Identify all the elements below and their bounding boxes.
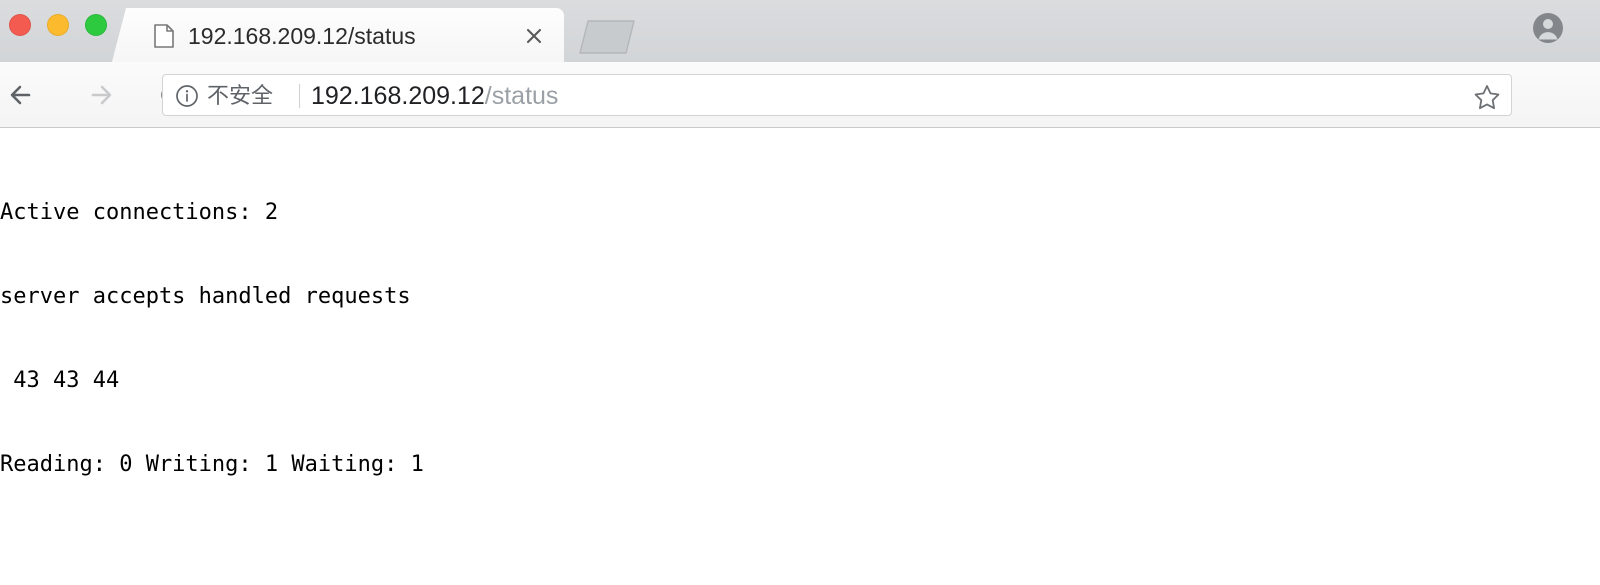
url-display[interactable]: 192.168.209.12/status [311,80,558,112]
tab-title: 192.168.209.12/status [188,23,416,49]
status-line-states: Reading: 0 Writing: 1 Waiting: 1 [0,452,424,477]
browser-toolbar: 不安全 192.168.209.12/status [0,62,1600,172]
info-circle-icon[interactable] [175,84,199,108]
window-controls [9,14,107,36]
back-arrow-icon[interactable] [0,72,46,118]
address-bar[interactable]: 不安全 192.168.209.12/status [162,74,1512,116]
profile-avatar-icon[interactable] [1530,10,1566,46]
window-minimize-button[interactable] [47,14,69,36]
forward-arrow-icon[interactable] [76,72,122,118]
star-icon[interactable] [1473,83,1501,111]
document-icon [154,24,174,48]
tab-strip: 192.168.209.12/status [0,0,1600,62]
omnibox-divider [299,84,300,108]
page-viewport: Active connections: 2 server accepts han… [0,129,1600,585]
new-tab-icon[interactable] [576,18,638,56]
browser-window: 192.168.209.12/status 不安全 192.168.209.12… [0,0,1600,585]
security-status-label: 不安全 [207,83,274,108]
url-host: 192.168.209.12 [311,82,485,110]
close-icon[interactable] [520,22,548,50]
nginx-status-output: Active connections: 2 server accepts han… [0,143,424,535]
status-line-counters: 43 43 44 [0,368,120,393]
window-maximize-button[interactable] [85,14,107,36]
status-line-header: server accepts handled requests [0,284,411,309]
browser-tab-active[interactable]: 192.168.209.12/status [112,8,564,62]
tab-inner: 192.168.209.12/status [112,8,564,62]
window-close-button[interactable] [9,14,31,36]
status-line-active-connections: Active connections: 2 [0,200,279,225]
url-path: /status [484,82,559,110]
